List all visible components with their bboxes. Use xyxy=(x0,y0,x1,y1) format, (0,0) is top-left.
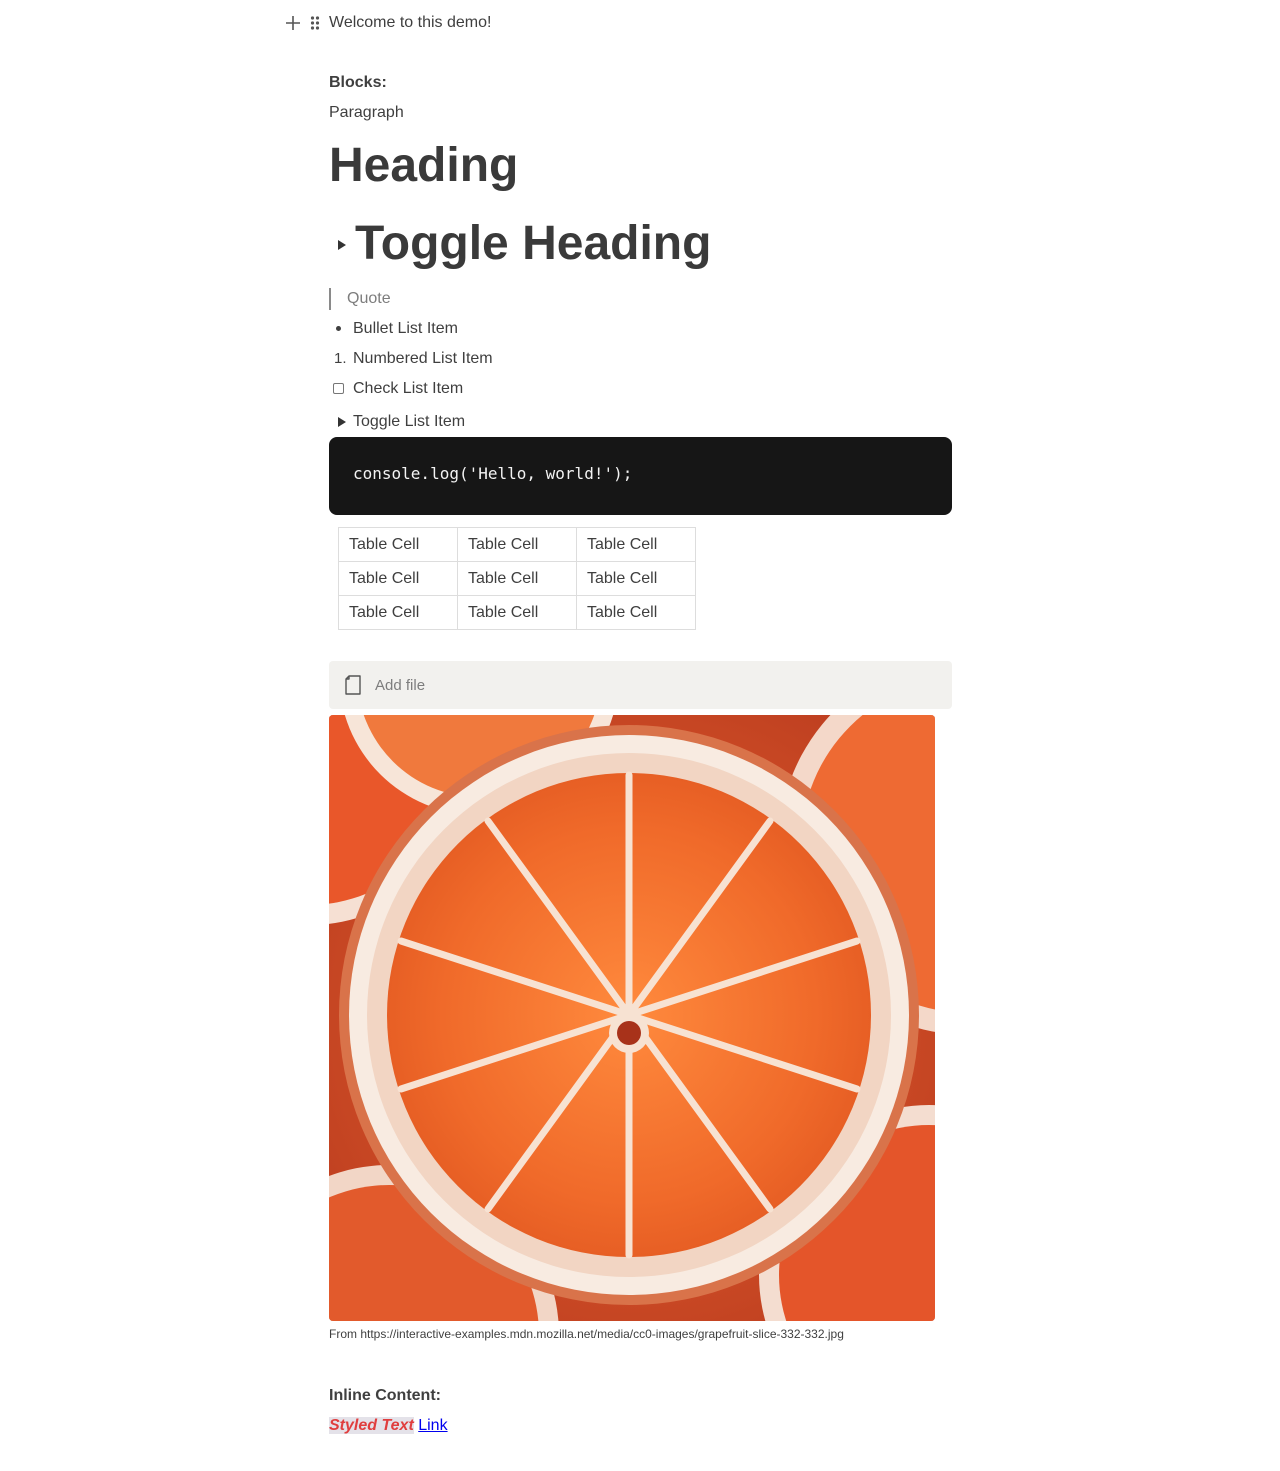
table-cell[interactable]: Table Cell xyxy=(338,561,458,596)
drag-handle[interactable] xyxy=(305,12,325,34)
styled-text[interactable]: Styled Text xyxy=(329,1417,414,1434)
table-row: Table Cell Table Cell Table Cell xyxy=(338,595,696,630)
paragraph-block[interactable]: Paragraph xyxy=(329,102,404,124)
toggle-list-item[interactable]: Toggle List Item xyxy=(353,411,465,433)
table-cell[interactable]: Table Cell xyxy=(338,527,458,562)
welcome-paragraph[interactable]: Welcome to this demo! xyxy=(329,12,491,34)
add-file-button[interactable]: Add file xyxy=(329,661,952,709)
numbered-list-item[interactable]: Numbered List Item xyxy=(353,348,493,370)
add-file-label: Add file xyxy=(375,676,426,694)
table-row: Table Cell Table Cell Table Cell xyxy=(338,561,696,596)
grapefruit-image[interactable] xyxy=(329,715,935,1321)
bullet-list-item[interactable]: Bullet List Item xyxy=(353,318,458,340)
toggle-list-arrow-icon[interactable] xyxy=(338,417,346,427)
toggle-heading-block[interactable]: Toggle Heading xyxy=(355,216,711,272)
inline-content-label[interactable]: Inline Content: xyxy=(329,1385,441,1407)
table-cell[interactable]: Table Cell xyxy=(457,561,577,596)
quote-block[interactable]: Quote xyxy=(329,288,391,310)
toggle-heading-arrow-icon[interactable] xyxy=(338,240,346,250)
code-text[interactable]: console.log('Hello, world!'); xyxy=(353,463,632,485)
file-icon xyxy=(345,675,361,695)
table-cell[interactable]: Table Cell xyxy=(338,595,458,630)
image-caption[interactable]: From https://interactive-examples.mdn.mo… xyxy=(329,1325,844,1343)
blocks-label[interactable]: Blocks: xyxy=(329,72,387,94)
inline-content-paragraph[interactable]: Styled Text Link xyxy=(329,1415,448,1437)
code-block[interactable]: console.log('Hello, world!'); xyxy=(329,437,952,515)
table-block: Table Cell Table Cell Table Cell Table C… xyxy=(338,527,696,630)
drag-handle-icon xyxy=(310,16,320,30)
link[interactable]: Link xyxy=(418,1417,447,1434)
table-cell[interactable]: Table Cell xyxy=(576,561,696,596)
table-row: Table Cell Table Cell Table Cell xyxy=(338,527,696,562)
table-cell[interactable]: Table Cell xyxy=(457,527,577,562)
plus-icon xyxy=(286,16,300,30)
bullet-marker xyxy=(336,326,341,331)
table-cell[interactable]: Table Cell xyxy=(576,527,696,562)
numbered-marker: 1. xyxy=(334,350,347,367)
table-cell[interactable]: Table Cell xyxy=(457,595,577,630)
check-list-checkbox[interactable] xyxy=(333,383,344,394)
table-cell[interactable]: Table Cell xyxy=(576,595,696,630)
block-side-menu xyxy=(283,12,325,34)
heading-block[interactable]: Heading xyxy=(329,138,518,194)
check-list-item[interactable]: Check List Item xyxy=(353,378,463,400)
add-block-button[interactable] xyxy=(283,12,303,34)
grapefruit-slice-picture xyxy=(329,715,935,1321)
